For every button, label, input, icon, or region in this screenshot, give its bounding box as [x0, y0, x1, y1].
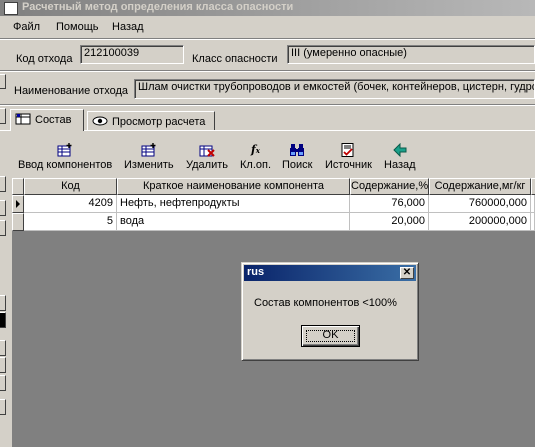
grid-cell [531, 195, 535, 213]
app-icon [4, 2, 18, 15]
back-button[interactable]: Назад [384, 142, 416, 171]
dialog-message: Состав компонентов <100% [254, 297, 397, 309]
grid-cell[interactable]: 200000,000 [429, 213, 531, 231]
delete-label: Удалить [186, 159, 228, 171]
waste-name-label: Наименование отхода [14, 85, 129, 97]
current-row-arrow-icon [16, 200, 20, 208]
grid-cell [531, 213, 535, 231]
menu-help[interactable]: Помощь [56, 21, 99, 33]
hazard-class-button[interactable]: fx Кл.оп. [240, 143, 271, 171]
document-check-icon [340, 143, 356, 157]
grid-header-extra [531, 178, 535, 195]
edit-label: Изменить [124, 159, 174, 171]
grid-header-name[interactable]: Краткое наименование компонента [117, 178, 350, 195]
waste-name-field[interactable]: Шлам очистки трубопроводов и емкостей (б… [134, 79, 535, 99]
binoculars-icon [289, 143, 305, 157]
tab-composition[interactable]: Состав [10, 109, 84, 131]
grid-corner [12, 178, 24, 195]
window-titlebar[interactable]: Расчетный метод определения класса опасн… [0, 0, 535, 16]
composition-icon [15, 113, 31, 125]
waste-code-field[interactable]: 212100039 [80, 45, 184, 64]
left-edge-control [0, 357, 6, 373]
menu-divider [0, 38, 535, 40]
message-dialog: rus ✕ Состав компонентов <100% OK [241, 262, 419, 361]
tab-composition-label: Состав [35, 114, 72, 126]
menu-bar: Файл Помощь Назад [0, 18, 535, 36]
arrow-left-icon [392, 142, 408, 158]
edit-button[interactable]: Изменить [124, 143, 174, 171]
ok-button[interactable]: OK [301, 325, 360, 347]
window-title: Расчетный метод определения класса опасн… [22, 1, 294, 13]
add-components-button[interactable]: Ввод компонентов [18, 143, 112, 171]
grid-header-mgkg[interactable]: Содержание,мг/кг [429, 178, 531, 195]
left-edge-control [0, 200, 6, 216]
left-edge-control [0, 399, 6, 415]
dialog-titlebar[interactable]: rus ✕ [244, 265, 416, 281]
table-add-icon [57, 143, 73, 157]
table-delete-icon [199, 143, 215, 157]
grid-cell[interactable]: 20,000 [350, 213, 429, 231]
hazard-class-button-label: Кл.оп. [240, 159, 272, 171]
left-edge-control [0, 108, 6, 124]
left-edge-control [0, 74, 6, 89]
tab-view-calculation[interactable]: Просмотр расчета [87, 111, 215, 131]
source-label: Источник [325, 159, 372, 171]
waste-code-label: Код отхода [16, 53, 73, 65]
grid-cell[interactable]: 5 [24, 213, 117, 231]
row-indicator[interactable] [12, 213, 24, 231]
hazard-class-field[interactable]: III (умеренно опасные) [287, 45, 535, 64]
grid-cell[interactable]: 4209 [24, 195, 117, 213]
row-indicator[interactable] [12, 195, 24, 213]
eye-icon [92, 115, 108, 127]
tab-view-calculation-label: Просмотр расчета [112, 116, 206, 128]
left-edge-control [0, 312, 6, 328]
add-components-label: Ввод компонентов [18, 159, 113, 171]
grid-cell[interactable]: 76,000 [350, 195, 429, 213]
left-edge-control [0, 176, 6, 192]
grid-header-percent[interactable]: Содержание,% [350, 178, 429, 195]
grid-cell[interactable]: вода [117, 213, 350, 231]
dialog-title: rus [247, 266, 265, 278]
left-edge-control [0, 340, 6, 356]
grid-cell[interactable]: 760000,000 [429, 195, 531, 213]
close-icon[interactable]: ✕ [400, 267, 414, 279]
left-edge-control [0, 295, 6, 311]
focus-rect [306, 330, 355, 342]
fields-divider [0, 104, 535, 106]
menu-back[interactable]: Назад [112, 21, 144, 33]
menu-file[interactable]: Файл [13, 21, 40, 33]
hazard-class-label: Класс опасности [192, 53, 278, 65]
back-label: Назад [384, 159, 416, 171]
search-label: Поиск [282, 159, 313, 171]
function-icon: fx [251, 143, 260, 156]
source-button[interactable]: Источник [325, 143, 372, 171]
left-edge-control [0, 220, 6, 236]
grid-cell[interactable]: Нефть, нефтепродукты [117, 195, 350, 213]
delete-button[interactable]: Удалить [186, 143, 228, 171]
grid-header-code[interactable]: Код [24, 178, 117, 195]
fields-divider [0, 70, 535, 72]
table-edit-icon [141, 143, 157, 157]
search-button[interactable]: Поиск [282, 143, 312, 171]
left-edge-control [0, 375, 6, 391]
